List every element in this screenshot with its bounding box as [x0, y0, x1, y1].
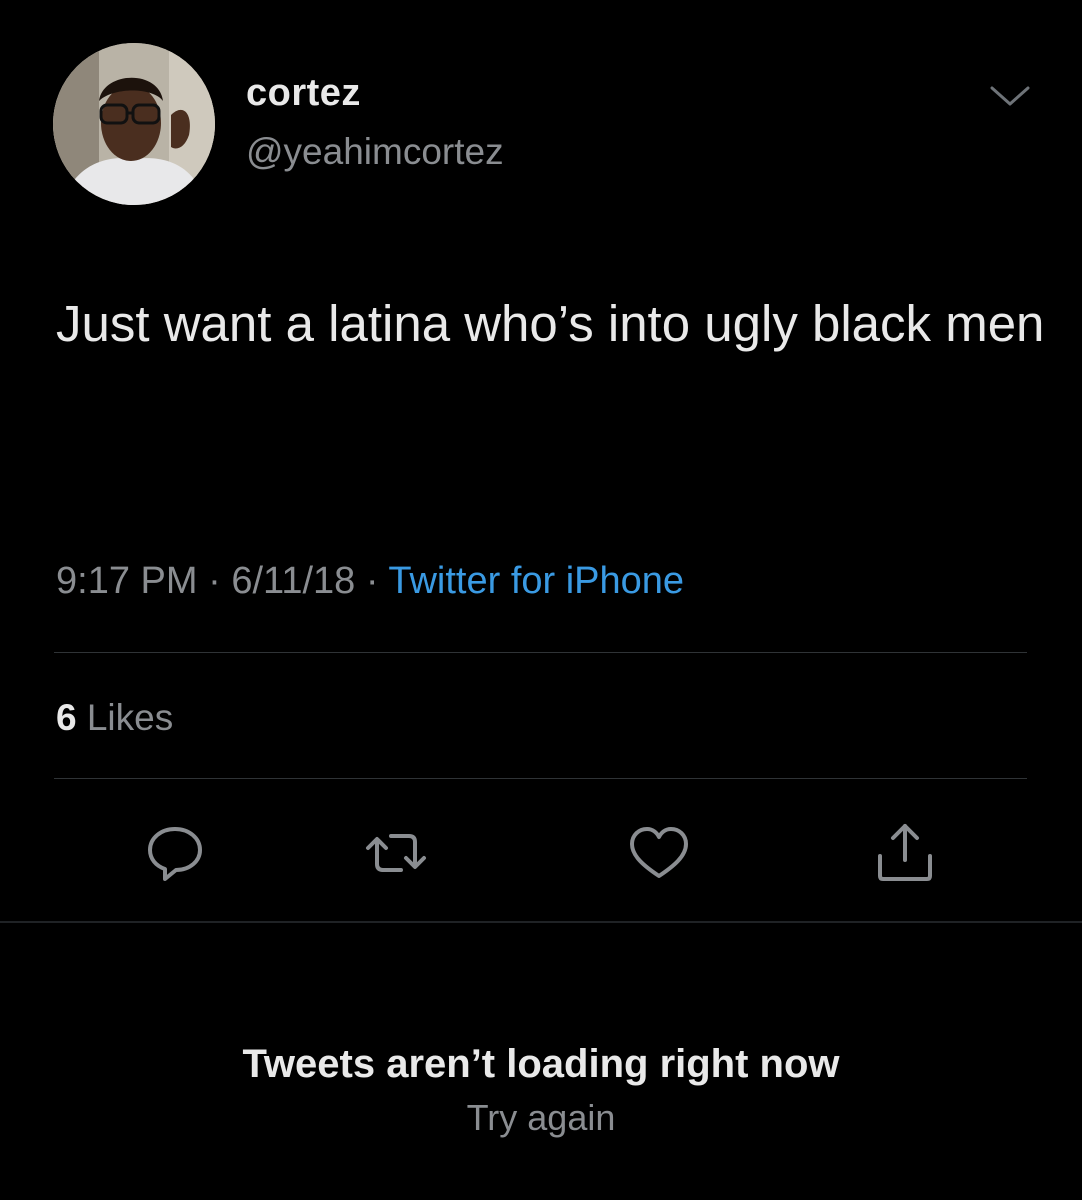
author-display-name[interactable]: cortez: [246, 72, 361, 115]
avatar[interactable]: [53, 43, 215, 205]
divider: [54, 778, 1027, 779]
retweet-icon[interactable]: [361, 818, 431, 888]
try-again-button[interactable]: Try again: [0, 1097, 1082, 1139]
section-divider: [0, 921, 1082, 923]
reply-icon[interactable]: [140, 818, 210, 888]
tweet-source-link[interactable]: Twitter for iPhone: [388, 560, 684, 602]
share-icon[interactable]: [870, 818, 940, 888]
like-icon[interactable]: [624, 818, 694, 888]
avatar-photo: [53, 43, 215, 205]
tweet-text: Just want a latina who’s into ugly black…: [56, 295, 1045, 352]
meta-separator: ·: [208, 560, 221, 602]
meta-separator: ·: [365, 560, 379, 602]
likes-label: Likes: [86, 697, 174, 738]
author-handle[interactable]: @yeahimcortez: [246, 131, 504, 173]
tweet-time: 9:17 PM: [56, 560, 198, 602]
divider: [54, 652, 1027, 653]
tweet-meta: 9:17 PM · 6/11/18 · Twitter for iPhone: [56, 560, 684, 603]
chevron-down-icon[interactable]: [988, 82, 1032, 110]
tweet-date: 6/11/18: [231, 560, 356, 602]
tweet-detail: cortez @yeahimcortez Just want a latina …: [0, 0, 1082, 922]
likes-stat[interactable]: 6 Likes: [56, 697, 173, 739]
empty-state-title: Tweets aren’t loading right now: [242, 1042, 840, 1086]
likes-count: 6: [56, 697, 77, 738]
